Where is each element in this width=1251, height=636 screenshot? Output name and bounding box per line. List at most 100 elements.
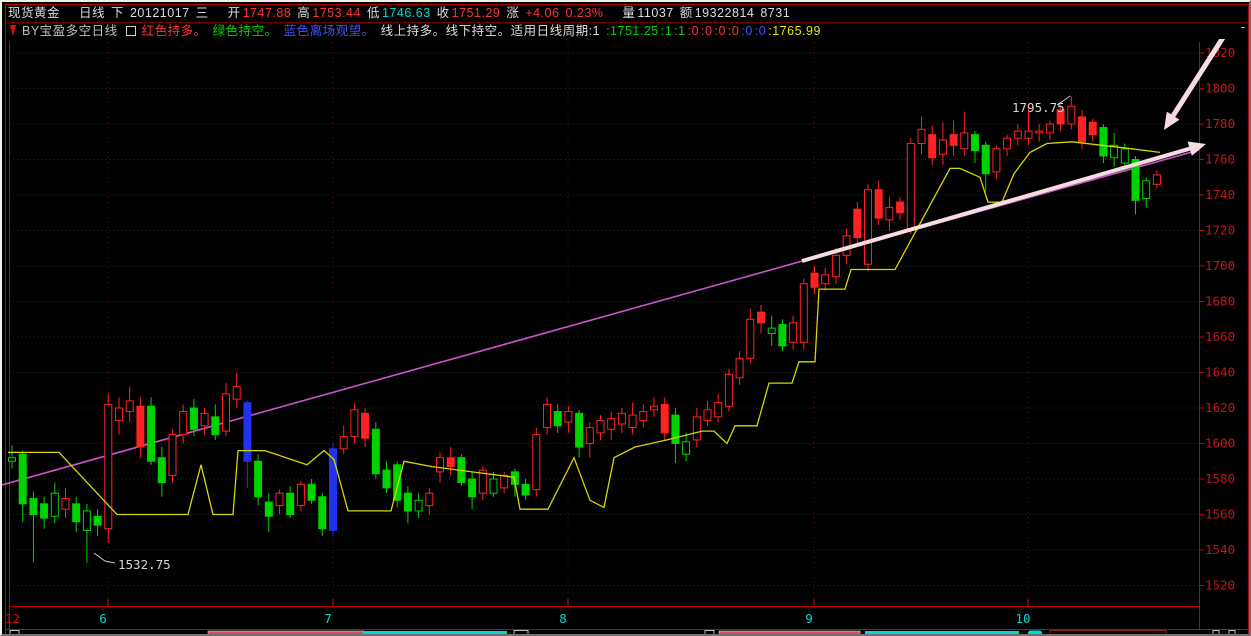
y-axis-label: 1680 xyxy=(1205,294,1235,309)
bottom-pane-red-bar xyxy=(207,630,365,634)
candle-body xyxy=(682,441,691,455)
y-axis-label: 1780 xyxy=(1205,116,1235,131)
bottom-pane-cyan-bar xyxy=(364,631,507,634)
x-axis-label: 12 xyxy=(5,611,20,626)
x-axis-label: 8 xyxy=(559,611,567,626)
candle-body xyxy=(350,409,359,437)
candle-body xyxy=(61,498,70,510)
x-axis-label: 10 xyxy=(1015,611,1030,626)
bottom-pane-cyan-bar xyxy=(865,631,1019,634)
candle-body xyxy=(671,414,680,445)
candle-body xyxy=(746,318,755,359)
legend-blue: 蓝色离场观望。 xyxy=(283,24,375,38)
candle-body xyxy=(757,311,765,324)
indicator-value: :0 xyxy=(741,24,753,38)
checkbox-icon[interactable] xyxy=(125,25,136,36)
candle-body xyxy=(1003,137,1012,150)
candle-body xyxy=(799,283,808,343)
candle-body xyxy=(425,492,434,507)
candle-body xyxy=(767,327,776,334)
y-axis-label: 1580 xyxy=(1205,471,1235,486)
candle-body xyxy=(403,492,412,512)
candle-body xyxy=(93,515,102,526)
candle-body xyxy=(339,435,348,450)
y-axis-label: 1720 xyxy=(1205,223,1235,238)
candle-body xyxy=(296,483,305,507)
candle-body xyxy=(8,457,16,462)
weekday-value: 三 xyxy=(195,6,209,20)
candle-body xyxy=(628,414,637,429)
indicator-name[interactable]: BY宝盈多空日线 xyxy=(22,24,118,38)
price-annotation: 1795.75 xyxy=(1012,100,1065,115)
indicator-value: :0 xyxy=(714,24,726,38)
candle-body xyxy=(521,483,530,496)
extra-value: 8731 xyxy=(760,6,791,20)
y-axis-label: 1540 xyxy=(1205,542,1235,557)
candle-body xyxy=(853,208,862,239)
indicator-value: :0 xyxy=(701,24,713,38)
high-label: 高 xyxy=(297,6,311,20)
candle-body xyxy=(179,411,188,436)
candle-body xyxy=(1099,127,1108,157)
candle-body xyxy=(232,386,241,400)
volume-value: 11037 xyxy=(637,6,674,20)
chart-canvas[interactable]: 1520 1540 1560 1580 1600 1620 1640 1660 1680 1700… xyxy=(2,2,1251,636)
candle-body xyxy=(50,492,59,517)
candle-body xyxy=(596,419,605,434)
y-axis-label: 1640 xyxy=(1205,365,1235,380)
candle-body xyxy=(650,405,658,411)
candle-body xyxy=(1024,130,1033,139)
y-axis-label: 1520 xyxy=(1205,578,1235,593)
candle-body xyxy=(1152,174,1161,185)
candle-body xyxy=(18,453,27,505)
date-value: 20121017 xyxy=(129,6,190,20)
symbol-name: 现货黄金 xyxy=(8,6,61,20)
candle-body xyxy=(446,457,455,468)
change-value: +4.06 xyxy=(525,6,560,20)
x-axis-label: 7 xyxy=(324,611,332,626)
candle-body xyxy=(864,189,872,265)
candle-body xyxy=(72,503,81,523)
amount-label: 额 xyxy=(679,6,693,20)
candle-body xyxy=(468,478,477,498)
candle-body xyxy=(104,403,113,530)
candle-body xyxy=(168,434,177,476)
period-label[interactable]: 日线 xyxy=(79,6,105,20)
bottom-pane-box xyxy=(1049,630,1167,634)
candle-body xyxy=(29,498,38,515)
indicator-value: :0 xyxy=(727,24,740,38)
indicator-value: :1 xyxy=(674,24,686,38)
candle-body xyxy=(575,412,584,448)
open-label: 开 xyxy=(227,6,241,20)
candle-body xyxy=(949,134,958,146)
candle-body xyxy=(564,411,573,423)
y-axis-label: 1760 xyxy=(1205,152,1235,167)
candle-body xyxy=(489,478,498,494)
indicator-values: :1751.25:1:1:0:0:0:0:0:0:1765.99 xyxy=(606,24,823,38)
candle-body xyxy=(82,510,91,531)
candle-body xyxy=(810,272,819,288)
y-axis-label: 1800 xyxy=(1205,81,1235,96)
candle-body xyxy=(778,324,787,347)
candle-body xyxy=(275,492,284,507)
candle-body xyxy=(917,128,926,145)
candle-body xyxy=(660,403,669,434)
low-value: 1746.63 xyxy=(381,6,431,20)
bottom-pane-cyan-blob xyxy=(1028,630,1042,634)
candle-body xyxy=(40,503,49,519)
candle-body xyxy=(436,457,444,473)
title-bar: 现货黄金 日线 下 20121017 三 开 1747.88 高 1753.44 低… xyxy=(8,6,1241,22)
candle-body xyxy=(371,428,380,475)
candle-body xyxy=(906,143,915,230)
indicator-pin-icon xyxy=(10,25,16,37)
y-axis-label: 1620 xyxy=(1205,400,1235,415)
candle-body xyxy=(735,357,744,379)
candle-body xyxy=(1035,130,1044,134)
candle-body xyxy=(115,407,123,421)
candle-body xyxy=(724,373,733,407)
app-window: 1520 1540 1560 1580 1600 1620 1640 1660 1680 1700… xyxy=(0,0,1251,636)
candle-body xyxy=(1088,121,1097,136)
candle-body xyxy=(147,405,156,462)
change-pct-value: 0.23% xyxy=(565,6,604,20)
candle-body xyxy=(1142,180,1151,200)
